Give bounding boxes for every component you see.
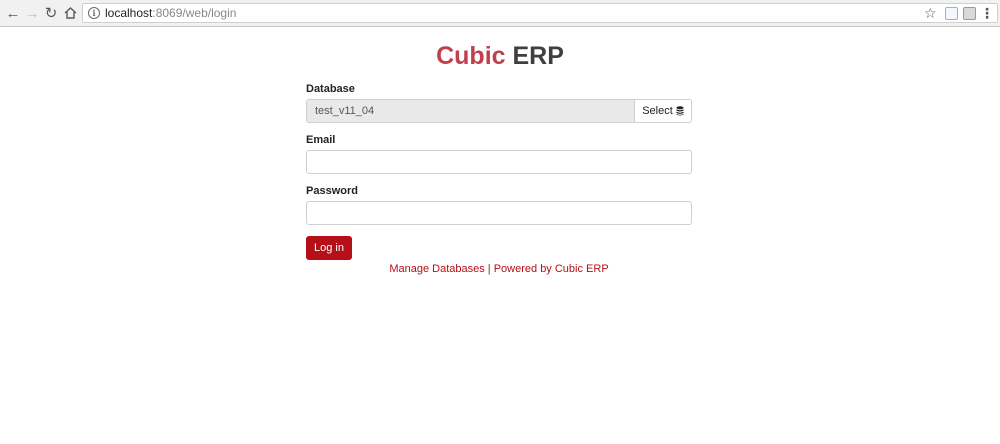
password-input[interactable]	[306, 201, 692, 225]
extension-icon[interactable]	[945, 7, 958, 20]
database-icon	[676, 106, 684, 116]
email-label: Email	[306, 134, 336, 146]
forward-icon[interactable]: →	[23, 4, 41, 22]
database-value: test_v11_04	[307, 100, 635, 122]
reload-icon[interactable]: ↻	[42, 4, 60, 22]
brand-name-part1: Cubic	[436, 42, 506, 70]
browser-toolbar: ← → ↻ i localhost:8069/web/login ☆ ⋮	[0, 0, 1000, 27]
brand-logo: Cubic ERP	[0, 40, 1000, 72]
url-text[interactable]: localhost:8069/web/login	[105, 6, 236, 21]
select-database-button[interactable]: Select	[635, 100, 691, 122]
footer-separator: |	[487, 263, 491, 275]
database-label: Database	[306, 83, 355, 95]
database-selector: test_v11_04 Select	[306, 99, 692, 123]
password-label: Password	[306, 185, 358, 197]
menu-icon[interactable]: ⋮	[980, 4, 994, 22]
select-label: Select	[642, 105, 673, 117]
extension-icon[interactable]	[963, 7, 976, 20]
back-icon[interactable]: ←	[4, 4, 22, 22]
footer-links: Manage Databases | Powered by Cubic ERP	[306, 262, 692, 276]
brand-name-part2: ERP	[512, 42, 564, 70]
email-input[interactable]	[306, 150, 692, 174]
address-bar[interactable]: i localhost:8069/web/login ☆ ⋮	[82, 3, 998, 23]
login-button[interactable]: Log in	[306, 236, 352, 260]
powered-by-link[interactable]: Powered by Cubic ERP	[494, 263, 609, 275]
home-icon[interactable]	[61, 4, 79, 22]
info-icon[interactable]: i	[88, 7, 100, 19]
star-icon[interactable]: ☆	[924, 4, 937, 22]
manage-databases-link[interactable]: Manage Databases	[389, 263, 484, 275]
